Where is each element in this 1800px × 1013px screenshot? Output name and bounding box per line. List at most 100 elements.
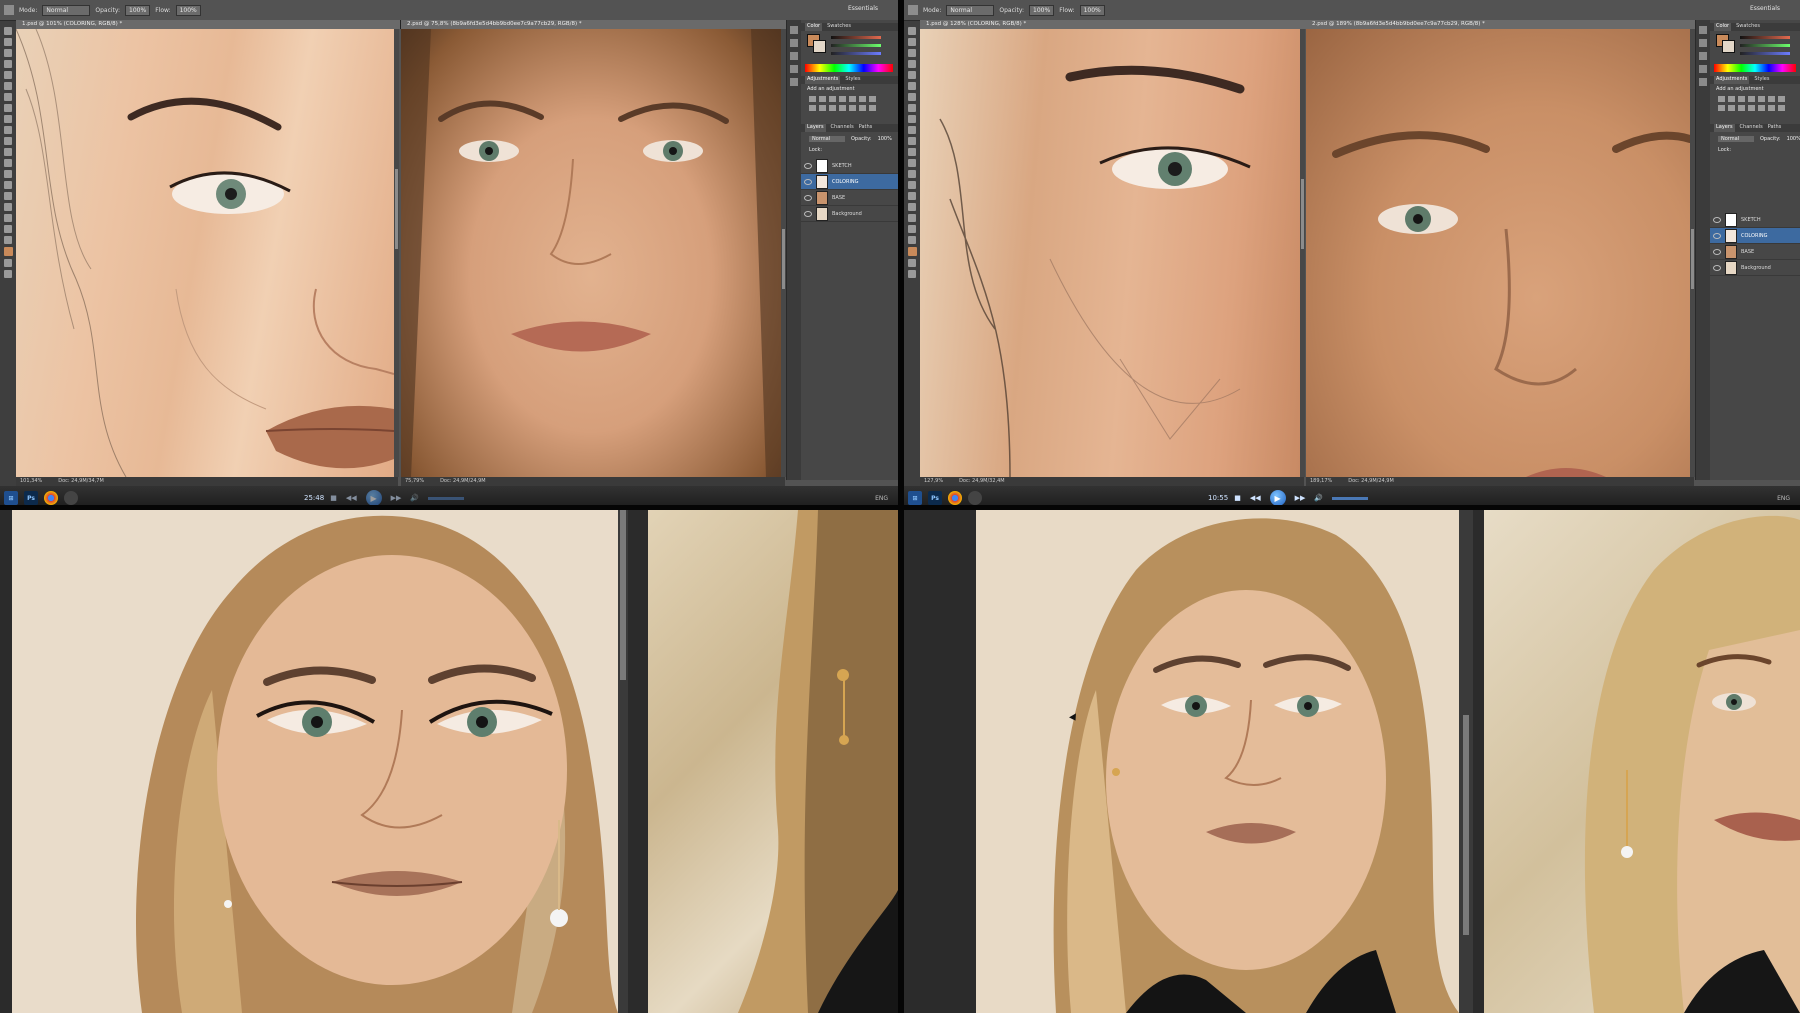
eye-icon[interactable] (804, 162, 812, 169)
layer-row[interactable]: Background (801, 206, 898, 222)
dodge-tool-icon[interactable] (4, 170, 12, 178)
pen-tool-icon[interactable] (908, 181, 916, 189)
background-swatch[interactable] (813, 40, 826, 53)
document-tab[interactable]: 2.psd @ 75,8% (8b9a6fd3e5d4bb9bd0ee7c9a7… (401, 20, 788, 29)
exposure-icon[interactable] (839, 96, 846, 102)
eyedropper-tool-icon[interactable] (908, 82, 916, 90)
invert-icon[interactable] (839, 105, 846, 111)
chrome-icon[interactable] (44, 491, 58, 505)
forward-icon[interactable]: ▶▶ (1295, 494, 1306, 502)
eye-icon[interactable] (804, 194, 812, 201)
eye-icon[interactable] (804, 210, 812, 217)
photo-filter-icon[interactable] (1728, 105, 1735, 111)
exposure-icon[interactable] (1748, 96, 1755, 102)
blend-mode-select[interactable]: Normal (1718, 136, 1754, 142)
vibrance-icon[interactable] (1758, 96, 1765, 102)
flow-field[interactable]: 100% (175, 4, 201, 16)
foreground-color-icon[interactable] (3, 247, 13, 256)
styles-tab[interactable]: Styles (1754, 76, 1769, 84)
document-tab[interactable]: 1.psd @ 101% (COLORING, RGB/8) * (16, 20, 401, 29)
zoom-tool-icon[interactable] (908, 236, 916, 244)
layer-row[interactable]: COLORING (801, 174, 898, 190)
hue-icon[interactable] (859, 96, 866, 102)
foreground-color-icon[interactable] (907, 247, 917, 256)
posterize-icon[interactable] (849, 105, 856, 111)
bw-icon[interactable] (1718, 105, 1725, 111)
crop-tool-icon[interactable] (4, 71, 12, 79)
brightness-icon[interactable] (809, 96, 816, 102)
blue-slider[interactable] (831, 52, 881, 55)
eye-icon[interactable] (1713, 248, 1721, 255)
scrollbar[interactable] (618, 510, 628, 1013)
wand-tool-icon[interactable] (908, 60, 916, 68)
brightness-icon[interactable] (1718, 96, 1725, 102)
brush-tool-icon[interactable] (908, 104, 916, 112)
color-spectrum[interactable] (1714, 64, 1796, 72)
opacity-field[interactable]: 100% (125, 4, 151, 16)
paths-tab[interactable]: Paths (1768, 124, 1782, 132)
history-brush-icon[interactable] (908, 126, 916, 134)
stop-icon[interactable]: ■ (1234, 494, 1241, 502)
play-icon[interactable]: ▶ (1269, 490, 1286, 505)
brush-presets-icon[interactable] (790, 52, 798, 60)
channels-tab[interactable]: Channels (831, 124, 854, 132)
zoom-readout[interactable]: 127,9% (924, 477, 943, 486)
crop-tool-icon[interactable] (908, 71, 916, 79)
photo-filter-icon[interactable] (819, 105, 826, 111)
quick-mask-icon[interactable] (4, 259, 12, 267)
rewind-icon[interactable]: ◀◀ (346, 494, 357, 502)
layer-opacity-value[interactable]: 100% (1787, 136, 1800, 142)
brush-tool-icon[interactable] (4, 5, 14, 15)
hue-icon[interactable] (1768, 96, 1775, 102)
eye-icon[interactable] (1713, 216, 1721, 223)
scrollbar[interactable] (394, 29, 399, 477)
workspace-switcher[interactable]: Essentials (848, 5, 878, 12)
eye-icon[interactable] (1713, 232, 1721, 239)
finished-portrait-painting[interactable] (976, 510, 1459, 1013)
actions-icon[interactable] (1699, 39, 1707, 47)
stop-icon[interactable]: ■ (330, 494, 337, 502)
mixer-icon[interactable] (1738, 105, 1745, 111)
brush-tool-icon[interactable] (908, 5, 918, 15)
swatches-tab[interactable]: Swatches (827, 23, 851, 31)
layers-tab[interactable]: Layers (805, 124, 826, 132)
styles-tab[interactable]: Styles (845, 76, 860, 84)
blur-tool-icon[interactable] (4, 159, 12, 167)
layer-row[interactable]: SKETCH (1710, 212, 1800, 228)
app-icon[interactable] (64, 491, 78, 505)
quick-mask-icon[interactable] (908, 259, 916, 267)
heal-tool-icon[interactable] (4, 93, 12, 101)
layer-row[interactable]: COLORING (1710, 228, 1800, 244)
path-select-icon[interactable] (908, 203, 916, 211)
eye-icon[interactable] (1713, 264, 1721, 271)
paths-tab[interactable]: Paths (859, 124, 873, 132)
balance-icon[interactable] (869, 96, 876, 102)
swatches-tab[interactable]: Swatches (1736, 23, 1760, 31)
painting-canvas[interactable] (920, 29, 1300, 477)
move-tool-icon[interactable] (908, 27, 916, 35)
path-select-icon[interactable] (4, 203, 12, 211)
layers-tab[interactable]: Layers (1714, 124, 1735, 132)
blur-tool-icon[interactable] (908, 159, 916, 167)
stamp-tool-icon[interactable] (4, 115, 12, 123)
lasso-tool-icon[interactable] (4, 49, 12, 57)
character-icon[interactable] (1699, 65, 1707, 73)
forward-icon[interactable]: ▶▶ (391, 494, 402, 502)
color-tab[interactable]: Color (805, 23, 823, 31)
type-tool-icon[interactable] (4, 192, 12, 200)
volume-slider[interactable] (1332, 496, 1369, 500)
rewind-icon[interactable]: ◀◀ (1250, 494, 1261, 502)
gradient-map-icon[interactable] (869, 105, 876, 111)
windows-start-icon[interactable]: ⊞ (908, 491, 922, 505)
threshold-icon[interactable] (1768, 105, 1775, 111)
windows-start-icon[interactable]: ⊞ (4, 491, 18, 505)
green-slider[interactable] (831, 44, 881, 47)
adjustments-tab[interactable]: Adjustments (805, 76, 841, 84)
scrollbar[interactable] (1300, 29, 1305, 477)
volume-icon[interactable]: 🔊 (1314, 494, 1323, 502)
document-tab[interactable]: 1.psd @ 128% (COLORING, RGB/8) * (920, 20, 1307, 29)
red-slider[interactable] (831, 36, 881, 39)
character-icon[interactable] (790, 65, 798, 73)
brush-presets-icon[interactable] (1699, 52, 1707, 60)
marquee-tool-icon[interactable] (4, 38, 12, 46)
